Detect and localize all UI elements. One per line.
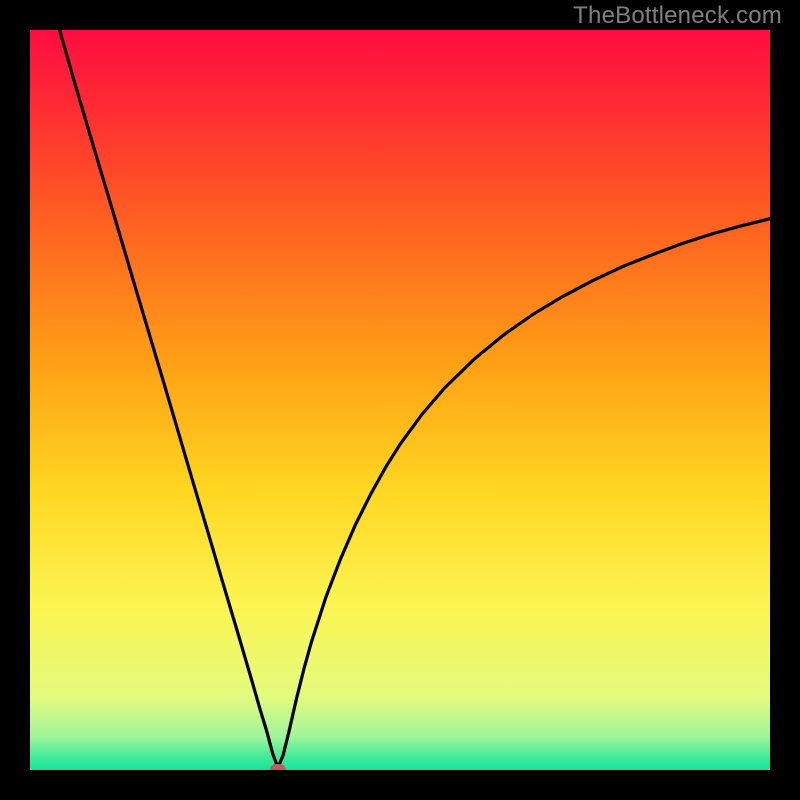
chart-container: TheBottleneck.com [0, 0, 800, 800]
watermark-text: TheBottleneck.com [573, 2, 782, 30]
chart-plot-area [30, 30, 770, 770]
gradient-background [30, 30, 770, 770]
